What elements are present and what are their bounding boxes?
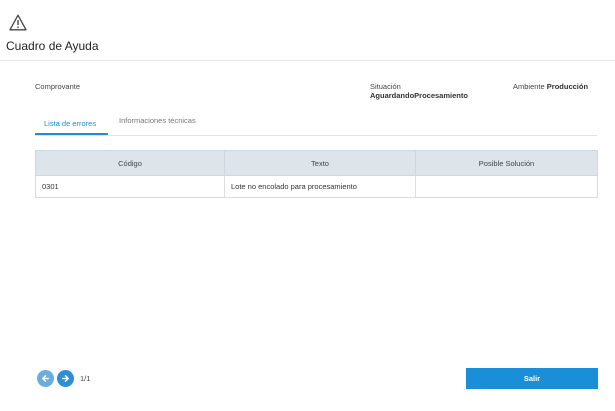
ambiente-value: Producción	[546, 82, 589, 91]
column-header-codigo[interactable]: Código	[35, 150, 225, 176]
cell-texto: Lote no encolado para procesamiento	[224, 175, 416, 198]
cell-posible-solucion	[415, 175, 598, 198]
ambiente-block: Ambiente Producción	[513, 82, 588, 91]
header-divider	[0, 60, 615, 61]
column-header-posible-solucion[interactable]: Posible Solución	[415, 150, 598, 176]
salir-button[interactable]: Salir	[466, 368, 598, 389]
arrow-left-icon	[42, 375, 49, 382]
tab-informaciones-tecnicas[interactable]: Informaciones técnicas	[119, 116, 196, 125]
situacion-block: Situación AguardandoProcesamiento	[370, 82, 468, 100]
situacion-label: Situación	[370, 82, 401, 91]
tab-lista-errores[interactable]: Lista de errores	[44, 119, 96, 128]
previous-page-button[interactable]	[37, 370, 54, 387]
column-header-texto[interactable]: Texto	[224, 150, 416, 176]
arrow-right-icon	[62, 375, 69, 382]
table-row[interactable]: 0301 Lote no encolado para procesamiento	[35, 175, 598, 198]
warning-icon	[9, 14, 27, 31]
next-page-button[interactable]	[57, 370, 74, 387]
page-title: Cuadro de Ayuda	[6, 39, 99, 53]
ambiente-label: Ambiente	[513, 82, 545, 91]
page-indicator: 1/1	[80, 374, 91, 383]
pagination: 1/1	[37, 370, 90, 387]
cell-codigo: 0301	[35, 175, 225, 198]
tabs-divider	[35, 135, 597, 136]
comprovante-label: Comprovante	[35, 82, 81, 91]
errors-table: Código Texto Posible Solución 0301 Lote …	[35, 150, 598, 198]
table-header-row: Código Texto Posible Solución	[35, 150, 598, 176]
situacion-value: AguardandoProcesamiento	[370, 91, 468, 100]
